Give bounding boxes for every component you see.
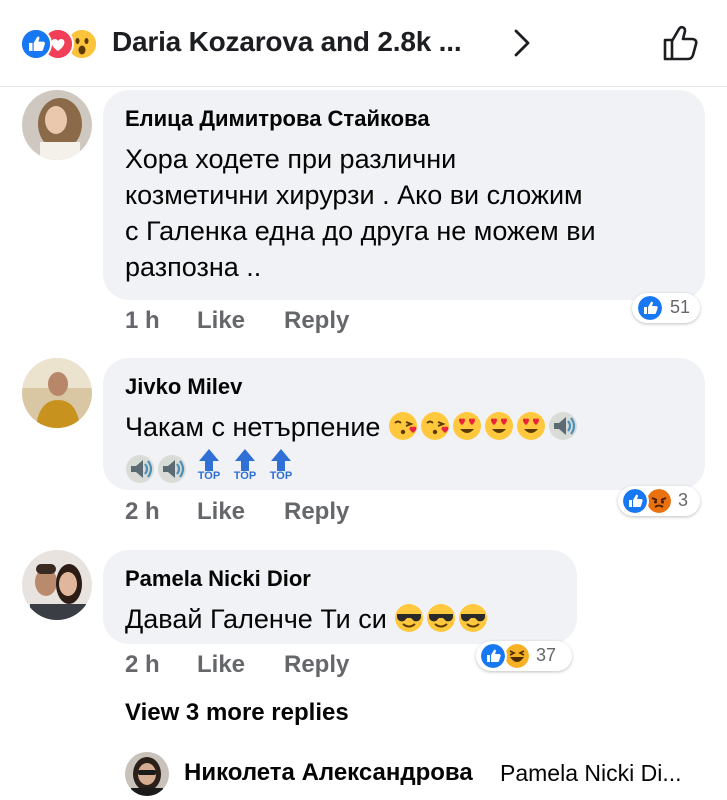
speaker-emoji	[548, 411, 578, 441]
avatar[interactable]	[125, 752, 169, 796]
top-arrow-emoji: TOP	[267, 447, 295, 487]
avatar[interactable]	[22, 90, 92, 160]
top-label: TOP	[233, 470, 257, 482]
kissing-heart-emoji	[388, 411, 418, 441]
reaction-count: 37	[536, 645, 557, 665]
reply-button[interactable]: Reply	[284, 651, 349, 679]
reply-button[interactable]: Reply	[284, 498, 349, 526]
like-button[interactable]: Like	[197, 307, 245, 335]
reply-button[interactable]: Reply	[284, 307, 349, 335]
comment-text-body: Давай Галенче Ти си	[125, 604, 387, 634]
comment-text: Хора ходете при различни козметични хиру…	[125, 141, 596, 285]
comment-text: Давай Галенче Ти си	[125, 601, 490, 637]
comment-time: 1 h	[125, 307, 160, 334]
avatar[interactable]	[22, 550, 92, 620]
reaction-count-badge[interactable]: 3	[618, 486, 700, 516]
like-button[interactable]: Like	[197, 651, 245, 679]
sunglasses-emoji	[426, 603, 456, 633]
laughing-icon	[503, 642, 531, 670]
avatar[interactable]	[22, 358, 92, 428]
comment-text: Чакам с нетърпение	[125, 409, 580, 445]
comment-text-line2: TOP TOP TOP	[125, 447, 295, 488]
reaction-count-badge[interactable]: 37	[476, 641, 572, 671]
sunglasses-emoji	[458, 603, 488, 633]
reply-text: Pamela Nicki Di...	[500, 760, 682, 786]
reply-author[interactable]: Николета Александрова	[184, 759, 473, 787]
top-label: TOP	[197, 470, 221, 482]
kissing-heart-emoji	[420, 411, 450, 441]
comment-text-line: разпозна ..	[125, 252, 262, 282]
reaction-count-badge[interactable]: 51	[632, 293, 700, 323]
like-icon	[636, 294, 664, 322]
top-arrow-emoji: TOP	[195, 447, 223, 487]
heart-eyes-emoji	[516, 411, 546, 441]
comment-text-body: Чакам с нетърпение	[125, 412, 381, 442]
view-more-replies-link[interactable]: View 3 more replies	[125, 699, 349, 727]
comment-time: 2 h	[125, 498, 160, 525]
comment-author[interactable]: Jivko Milev	[125, 374, 242, 400]
thumbs-up-icon[interactable]	[662, 24, 698, 62]
speaker-emoji	[125, 454, 155, 484]
top-arrow-emoji: TOP	[231, 447, 259, 487]
reaction-count: 3	[678, 490, 689, 510]
heart-eyes-emoji	[452, 411, 482, 441]
like-button[interactable]: Like	[197, 498, 245, 526]
like-icon	[621, 487, 649, 515]
angry-icon	[645, 487, 673, 515]
comment-text-line: Хора ходете при различни	[125, 144, 457, 174]
top-label: TOP	[269, 470, 293, 482]
comment-text-line: козметични хирурзи . Ако ви сложим	[125, 180, 583, 210]
comment-text-line: с Галенка една до друга не можем ви	[125, 216, 596, 246]
like-icon	[20, 28, 52, 60]
chevron-right-icon[interactable]	[510, 27, 534, 59]
heart-eyes-emoji	[484, 411, 514, 441]
reactions-summary-title[interactable]: Daria Kozarova and 2.8k ...	[112, 26, 462, 58]
comment-author[interactable]: Pamela Nicki Dior	[125, 566, 311, 592]
like-icon	[479, 642, 507, 670]
reaction-count: 51	[670, 297, 691, 317]
speaker-emoji	[157, 454, 187, 484]
comment-author[interactable]: Елица Димитрова Стайкова	[125, 106, 430, 132]
comment-time: 2 h	[125, 651, 160, 678]
sunglasses-emoji	[394, 603, 424, 633]
